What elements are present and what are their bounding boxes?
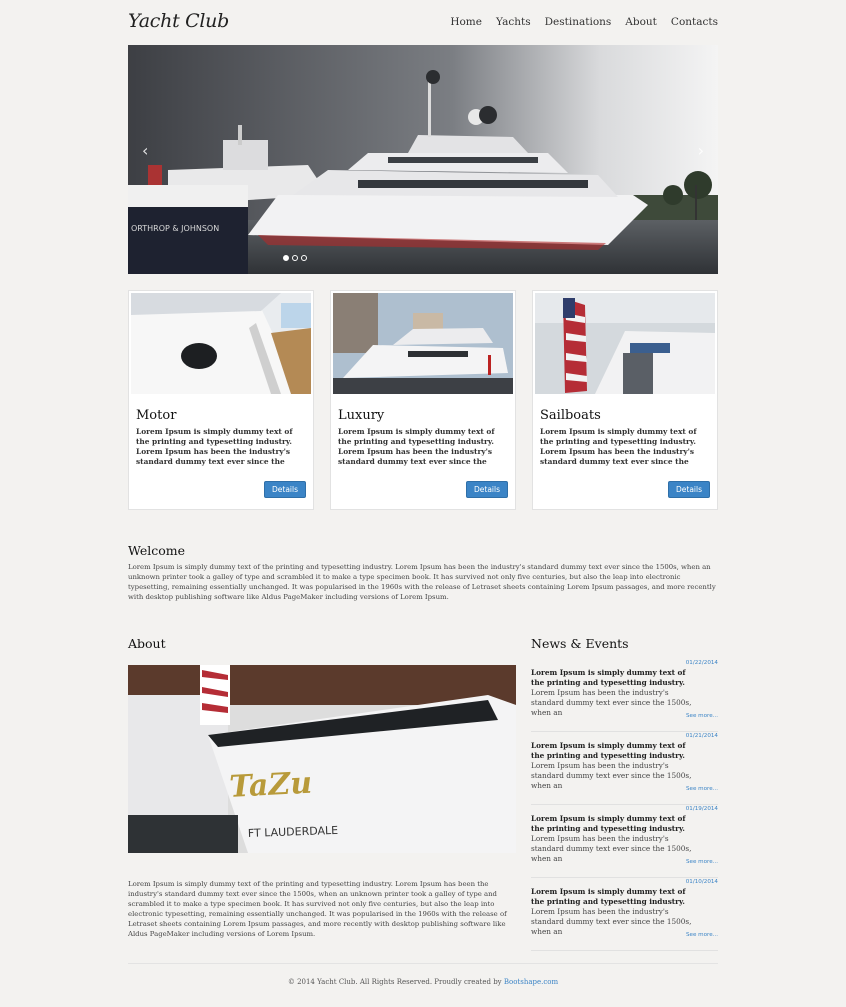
footer-copyright: © 2014 Yacht Club. All Rights Reserved. … [287,978,504,986]
news-see-more-link[interactable]: See more... [686,932,718,938]
news-date: 01/19/2014 [685,806,718,812]
hero-carousel[interactable]: ORTHROP & JOHNSON ‹ › [128,45,718,274]
nav-home[interactable]: Home [450,16,482,28]
news-see-more-link[interactable]: See more... [686,859,718,865]
carousel-dot-1[interactable] [283,255,289,261]
carousel-dot-3[interactable] [301,255,307,261]
news-see-more-link[interactable]: See more... [686,713,718,719]
site-footer: © 2014 Yacht Club. All Rights Reserved. … [0,978,846,986]
news-heading: News & Events [531,636,629,651]
news-title: Lorem Ipsum is simply dummy text of the … [531,668,686,687]
welcome-section: Welcome Lorem Ipsum is simply dummy text… [128,543,718,602]
news-title: Lorem Ipsum is simply dummy text of the … [531,741,686,760]
news-title: Lorem Ipsum is simply dummy text of the … [531,814,686,833]
nav-destinations[interactable]: Destinations [545,16,612,28]
news-section: News & Events 01/22/2014 Lorem Ipsum is … [531,636,718,951]
news-see-more-link[interactable]: See more... [686,786,718,792]
nav-contacts[interactable]: Contacts [671,16,718,28]
welcome-heading: Welcome [128,543,186,558]
sailboat-image [535,293,715,394]
about-yacht-image: TaZu FT LAUDERDALE [128,665,516,853]
luxury-yacht-image [333,293,513,394]
welcome-text: Lorem Ipsum is simply dummy text of the … [128,563,716,601]
main-nav: Home Yachts Destinations About Contacts [450,16,718,28]
news-date: 01/21/2014 [685,733,718,739]
card-text: Lorem Ipsum is simply dummy text of the … [540,427,697,468]
hero-banner-text: ORTHROP & JOHNSON [131,224,219,233]
footer-divider [128,963,718,964]
site-logo[interactable]: Yacht Club [128,10,229,32]
news-item: 01/19/2014 Lorem Ipsum is simply dummy t… [531,805,718,878]
news-title: Lorem Ipsum is simply dummy text of the … [531,887,686,906]
carousel-indicators [283,255,307,261]
carousel-prev-icon[interactable]: ‹ [142,141,148,160]
about-text: Lorem Ipsum is simply dummy text of the … [128,880,507,938]
motor-details-button[interactable]: Details [264,481,306,498]
site-header: Yacht Club Home Yachts Destinations Abou… [128,0,718,44]
news-text: Lorem Ipsum has been the industry's stan… [531,761,692,790]
carousel-dot-2[interactable] [292,255,298,261]
yacht-category-cards: Motor Lorem Ipsum is simply dummy text o… [128,290,718,510]
news-text: Lorem Ipsum has been the industry's stan… [531,907,692,936]
nav-about[interactable]: About [625,16,657,28]
card-title: Luxury [338,408,385,423]
carousel-next-icon[interactable]: › [698,141,704,160]
about-section: About TaZu FT LAUDERDALE Lorem Ipsum is … [128,636,516,939]
news-item: 01/21/2014 Lorem Ipsum is simply dummy t… [531,732,718,805]
card-text: Lorem Ipsum is simply dummy text of the … [136,427,293,468]
sailboats-details-button[interactable]: Details [668,481,710,498]
news-date: 01/10/2014 [685,879,718,885]
boat-name-text: TaZu [229,766,313,805]
card-motor: Motor Lorem Ipsum is simply dummy text o… [128,290,314,510]
motor-yacht-image [131,293,311,394]
news-date: 01/22/2014 [685,660,718,666]
news-item: 01/10/2014 Lorem Ipsum is simply dummy t… [531,878,718,951]
luxury-details-button[interactable]: Details [466,481,508,498]
card-sailboats: Sailboats Lorem Ipsum is simply dummy te… [532,290,718,510]
hero-yacht-image: ORTHROP & JOHNSON [128,45,718,274]
card-title: Motor [136,408,177,423]
card-text: Lorem Ipsum is simply dummy text of the … [338,427,495,468]
news-item: 01/22/2014 Lorem Ipsum is simply dummy t… [531,659,718,732]
footer-bootshape-link[interactable]: Bootshape.com [504,978,558,986]
nav-yachts[interactable]: Yachts [496,16,531,28]
news-text: Lorem Ipsum has been the industry's stan… [531,834,692,863]
card-title: Sailboats [540,408,601,423]
about-heading: About [128,636,166,651]
card-luxury: Luxury Lorem Ipsum is simply dummy text … [330,290,516,510]
news-text: Lorem Ipsum has been the industry's stan… [531,688,692,717]
